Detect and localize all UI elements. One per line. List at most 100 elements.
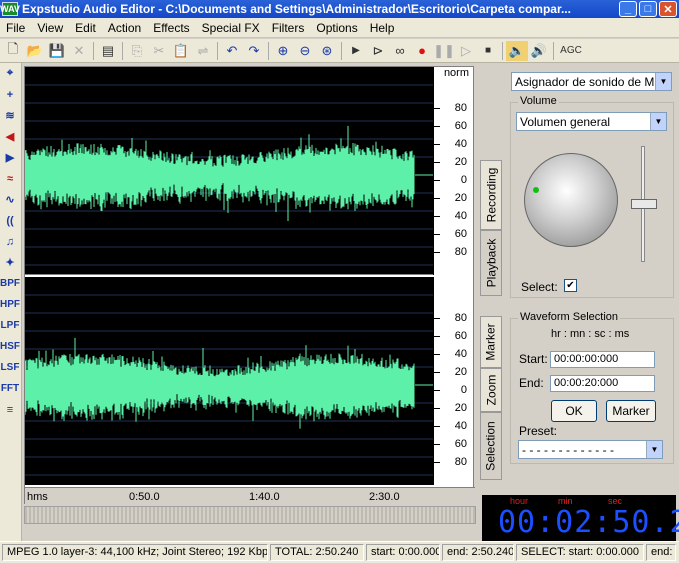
record-icon[interactable]: ● [411, 41, 433, 61]
menu-edit[interactable]: Edit [69, 21, 102, 35]
tab-recording[interactable]: Recording [480, 160, 502, 230]
menu-view[interactable]: View [31, 21, 69, 35]
open-folder-icon[interactable]: 📂 [24, 41, 46, 61]
volume-slider-thumb[interactable] [631, 199, 657, 209]
status-start: start: 0:00.000 [366, 544, 440, 561]
select-checkbox[interactable]: ✔ [564, 279, 577, 292]
horizontal-scrollbar[interactable] [24, 506, 476, 524]
fade-out-icon[interactable]: ▶ [0, 147, 20, 168]
scale-tick-mark [434, 252, 440, 253]
volume-group-label: Volume [518, 95, 559, 107]
stop-icon[interactable]: ■ [477, 41, 499, 61]
scale-tick-label: 80 [454, 312, 467, 324]
ok-button[interactable]: OK [551, 400, 597, 422]
bpf-filter-button[interactable]: BPF [0, 273, 20, 294]
scale-tick-label: 40 [454, 348, 467, 360]
selection-group-label: Waveform Selection [518, 311, 621, 323]
menu-bar: File View Edit Action Effects Special FX… [0, 18, 679, 38]
lsf-filter-button[interactable]: LSF [0, 357, 20, 378]
start-label: Start: [519, 352, 548, 366]
scale-tick-label: 80 [454, 102, 467, 114]
reverb-icon[interactable]: (( [0, 210, 20, 231]
hpf-filter-button[interactable]: HPF [0, 294, 20, 315]
paste-mix-icon[interactable]: ⇌ [192, 41, 214, 61]
normalize-icon[interactable]: ≈ [0, 168, 20, 189]
fade-in-icon[interactable]: ◀ [0, 126, 20, 147]
menu-help[interactable]: Help [364, 21, 401, 35]
start-time-field[interactable]: 00:00:00:000 [550, 351, 655, 368]
chorus-icon[interactable]: ♫ [0, 231, 20, 252]
tab-playback[interactable]: Playback [480, 230, 502, 296]
scale-tick-mark [434, 462, 440, 463]
menu-effects[interactable]: Effects [147, 21, 195, 35]
equalizer-icon[interactable]: ≡ [0, 399, 20, 420]
pause-icon[interactable]: ❚❚ [433, 41, 455, 61]
waveform-icon[interactable]: ≋ [0, 105, 20, 126]
minimize-button[interactable]: _ [619, 1, 637, 17]
agc-button[interactable]: AGC [557, 41, 585, 61]
menu-action[interactable]: Action [102, 21, 147, 35]
zoom-fit-icon[interactable]: ⌖ [0, 63, 20, 84]
volume-knob[interactable] [524, 153, 618, 247]
play-icon[interactable]: ▶ [345, 41, 367, 61]
special-fx-icon[interactable]: ✦ [0, 252, 20, 273]
preset-label: Preset: [519, 424, 558, 438]
left-channel[interactable] [25, 67, 435, 275]
speaker-icon[interactable]: 🔊 [528, 41, 550, 61]
hsf-filter-button[interactable]: HSF [0, 336, 20, 357]
undo-icon[interactable]: ↶ [221, 41, 243, 61]
close-button[interactable]: ✕ [659, 1, 677, 17]
recording-device-select[interactable]: Asignador de sonido de Micro ▼ [511, 72, 672, 91]
toolbar-separator [502, 41, 503, 60]
lpf-filter-button[interactable]: LPF [0, 315, 20, 336]
status-select-start: SELECT: start: 0:00.000 [516, 544, 644, 561]
end-time-field[interactable]: 00:00:20:000 [550, 375, 655, 392]
waveform-view[interactable]: norm 80 60 40 20 0 20 40 60 80 80 60 40 20 0 20 40 60 80… [24, 66, 475, 505]
copy-icon[interactable]: ⎘ [126, 41, 148, 61]
tab-zoom[interactable]: Zoom [480, 368, 502, 412]
status-bar: MPEG 1.0 layer-3: 44,100 kHz; Joint Ster… [0, 541, 679, 563]
zoom-in-icon[interactable]: ⊕ [272, 41, 294, 61]
echo-icon[interactable]: ∿ [0, 189, 20, 210]
marker-button[interactable]: Marker [606, 400, 656, 422]
scale-tick-label: 80 [454, 246, 467, 258]
tab-selection[interactable]: Selection [480, 412, 502, 480]
preset-select[interactable]: - - - - - - - - - - - - - ▼ [518, 440, 663, 459]
paste-icon[interactable]: 📋 [170, 41, 192, 61]
save-icon[interactable]: 💾 [46, 41, 68, 61]
cursor-cross-icon[interactable]: + [0, 84, 20, 105]
volume-source-select[interactable]: Volumen general ▼ [516, 112, 667, 131]
amplitude-scale-top: norm 80 60 40 20 0 20 40 60 80 [433, 67, 473, 275]
zoom-all-icon[interactable]: ⊛ [316, 41, 338, 61]
scale-tick-mark [434, 216, 440, 217]
time-digits: 00:02:50.2 [498, 505, 679, 540]
step-icon[interactable]: ▷ [455, 41, 477, 61]
scale-tick-label: 20 [454, 402, 467, 414]
properties-icon[interactable]: ▤ [97, 41, 119, 61]
scale-tick-mark [434, 444, 440, 445]
fft-button[interactable]: FFT [0, 378, 20, 399]
loop-icon[interactable]: ∞ [389, 41, 411, 61]
menu-file[interactable]: File [0, 21, 31, 35]
redo-icon[interactable]: ↷ [243, 41, 265, 61]
right-channel[interactable] [25, 277, 435, 485]
maximize-button[interactable]: □ [639, 1, 657, 17]
zoom-out-icon[interactable]: ⊖ [294, 41, 316, 61]
window-title: Expstudio Audio Editor - C:\Documents an… [22, 2, 571, 16]
right-channel-waveform [25, 294, 435, 476]
tab-marker[interactable]: Marker [480, 316, 502, 368]
select-label: Select: [521, 280, 558, 294]
delete-icon[interactable]: ✕ [68, 41, 90, 61]
menu-special-fx[interactable]: Special FX [196, 21, 266, 35]
menu-filters[interactable]: Filters [266, 21, 311, 35]
scale-tick-label: 40 [454, 420, 467, 432]
play-selection-icon[interactable]: ⊳ [367, 41, 389, 61]
scale-tick-mark [434, 126, 440, 127]
chevron-down-icon: ▼ [650, 113, 666, 130]
cut-icon[interactable]: ✂ [148, 41, 170, 61]
menu-options[interactable]: Options [310, 21, 363, 35]
scale-tick-label: 20 [454, 366, 467, 378]
toolbar-separator [341, 41, 342, 60]
speaker-stereo-icon[interactable]: 🔈 [506, 40, 528, 61]
new-file-icon[interactable]: 🗋 [2, 41, 24, 61]
